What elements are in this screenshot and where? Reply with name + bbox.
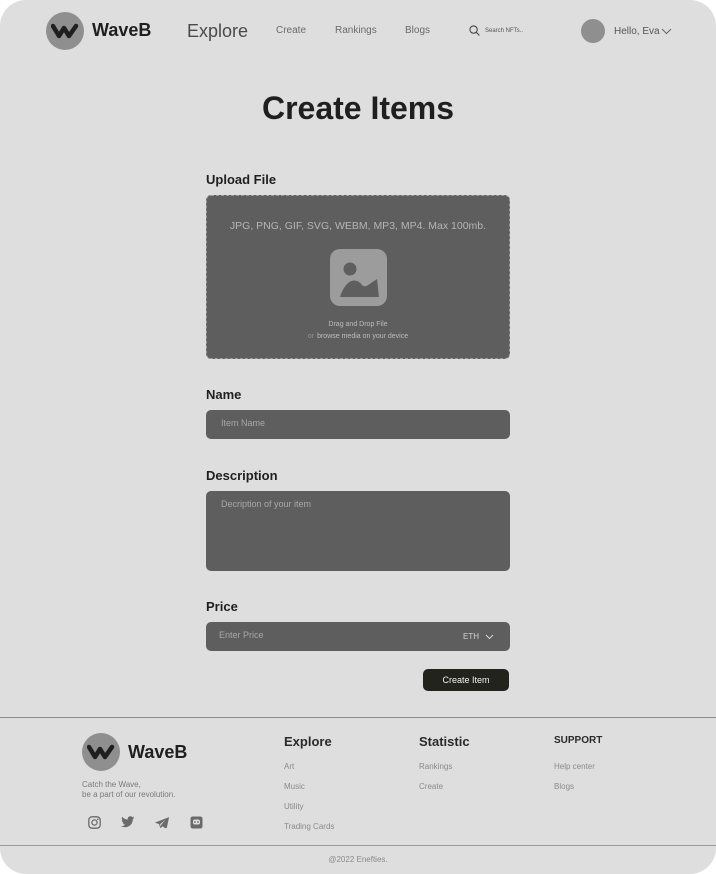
avatar[interactable]: [581, 19, 605, 43]
currency-value: ETH: [463, 632, 479, 641]
footer-link-rankings[interactable]: Rankings: [419, 762, 452, 771]
footer-link-music[interactable]: Music: [284, 782, 305, 791]
nav-rankings[interactable]: Rankings: [335, 25, 377, 36]
footer-tagline: Catch the Wave, be a part of our revolut…: [82, 780, 175, 800]
description-placeholder: Decription of your item: [221, 499, 312, 509]
footer-divider: [0, 717, 716, 718]
nav-create[interactable]: Create: [276, 25, 306, 36]
page-title: Create Items: [261, 90, 455, 126]
copyright-text: @2022 Enefties.: [328, 855, 388, 864]
page-frame: WaveB Explore Create Rankings Blogs Sear…: [0, 0, 716, 874]
footer-bottom-divider: [0, 845, 716, 846]
or-text: or: [307, 333, 315, 340]
greeting-text: Hello, Eva: [614, 26, 660, 37]
footer-statistic-heading: Statistic: [419, 734, 470, 749]
browse-media-link[interactable]: browse media on your device: [317, 333, 408, 340]
nav-explore[interactable]: Explore: [187, 21, 248, 42]
wave-logo-icon: [87, 744, 115, 760]
upload-formats: JPG, PNG, GIF, SVG, WEBM, MP3, MP4. Max …: [229, 220, 487, 232]
nav-blogs[interactable]: Blogs: [405, 25, 430, 36]
description-textarea[interactable]: Decription of your item: [206, 491, 510, 571]
twitter-icon[interactable]: [121, 815, 135, 829]
footer-explore-heading: Explore: [284, 734, 332, 749]
discord-icon[interactable]: [189, 815, 203, 829]
search-input[interactable]: Search NFTs..: [485, 28, 523, 34]
price-label: Price: [206, 599, 238, 614]
brand-name[interactable]: WaveB: [92, 20, 151, 41]
price-placeholder: Enter Price: [219, 630, 264, 640]
browse-line: or browse media on your device: [207, 333, 509, 340]
logo-link[interactable]: [46, 12, 84, 50]
chevron-down-icon: [485, 634, 494, 639]
chevron-down-icon: [661, 28, 671, 35]
currency-select[interactable]: ETH: [463, 632, 494, 641]
item-name-placeholder: Item Name: [221, 418, 266, 428]
name-label: Name: [206, 387, 242, 402]
footer-link-trading-cards[interactable]: Trading Cards: [284, 822, 334, 831]
tagline-line-2: be a part of our revolution.: [82, 790, 176, 799]
footer-link-create[interactable]: Create: [419, 782, 443, 791]
item-name-input[interactable]: Item Name: [206, 410, 510, 439]
description-label: Description: [206, 468, 278, 483]
drag-drop-text: Drag and Drop File: [328, 321, 388, 328]
telegram-icon[interactable]: [155, 815, 169, 829]
footer-support-heading: SUPPORT: [554, 735, 603, 746]
instagram-icon[interactable]: [87, 815, 101, 829]
footer-link-blogs[interactable]: Blogs: [554, 782, 574, 791]
create-item-button[interactable]: Create Item: [423, 669, 509, 691]
image-placeholder-icon: [330, 249, 387, 306]
footer-logo[interactable]: [82, 733, 120, 771]
footer-link-art[interactable]: Art: [284, 762, 294, 771]
wave-logo-icon: [51, 23, 79, 39]
file-dropzone[interactable]: JPG, PNG, GIF, SVG, WEBM, MP3, MP4. Max …: [206, 195, 510, 359]
price-input[interactable]: Enter Price ETH: [206, 622, 510, 651]
search-icon: [469, 25, 480, 36]
footer-link-help-center[interactable]: Help center: [554, 762, 595, 771]
search-box[interactable]: Search NFTs..: [469, 25, 523, 36]
upload-label: Upload File: [206, 172, 277, 187]
user-menu[interactable]: Hello, Eva: [614, 26, 672, 37]
footer-link-utility[interactable]: Utility: [284, 802, 304, 811]
tagline-line-1: Catch the Wave,: [82, 780, 141, 789]
footer-brand-name: WaveB: [128, 742, 188, 762]
